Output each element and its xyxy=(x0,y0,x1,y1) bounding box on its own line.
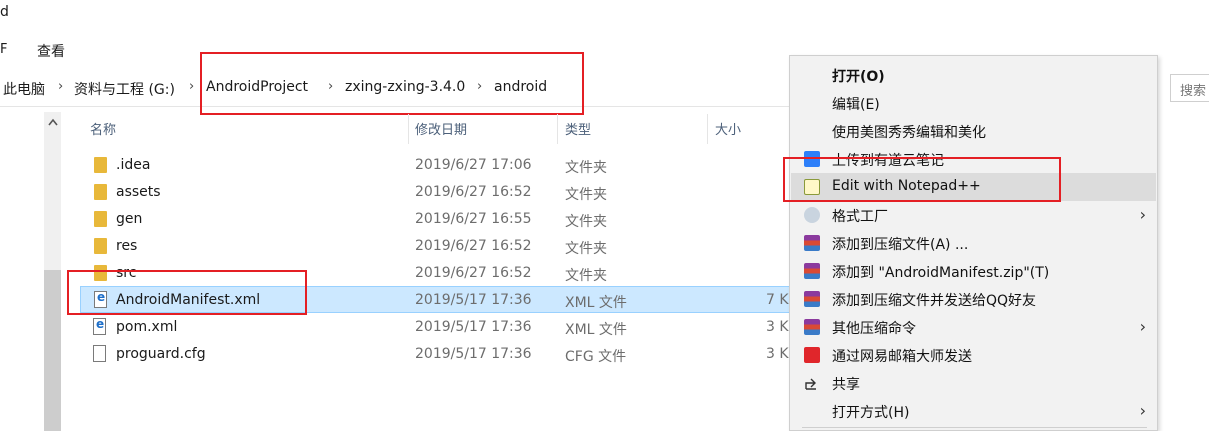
share-icon xyxy=(804,375,820,391)
file-date: 2019/6/27 16:55 xyxy=(415,211,532,227)
file-name: .idea xyxy=(116,157,151,173)
menu-item-meitu[interactable]: 使用美图秀秀编辑和美化 xyxy=(791,117,1156,145)
file-type: 文件夹 xyxy=(565,268,607,284)
chevron-right-icon: › xyxy=(1139,401,1146,420)
menu-item-netease-mail[interactable]: 通过网易邮箱大师发送 xyxy=(791,341,1156,369)
menu-item-compress-send-qq[interactable]: 添加到压缩文件并发送给QQ好友 xyxy=(791,285,1156,313)
file-date: 2019/6/27 17:06 xyxy=(415,157,532,173)
menu-item-label: 共享 xyxy=(832,377,860,393)
column-divider[interactable] xyxy=(557,114,558,144)
file-type: CFG 文件 xyxy=(565,349,627,365)
breadcrumb-this-pc[interactable]: 此电脑 xyxy=(3,79,45,99)
file-highlight-box xyxy=(67,270,307,315)
menu-item-label: 编辑(E) xyxy=(832,97,880,113)
winrar-icon xyxy=(804,291,820,307)
file-type: 文件夹 xyxy=(565,241,607,257)
column-header-date[interactable]: 修改日期 xyxy=(415,119,467,138)
menu-item-label: 格式工厂 xyxy=(832,209,888,225)
folder-icon xyxy=(94,184,107,200)
file-row[interactable]: .idea 2019/6/27 17:06 文件夹 xyxy=(80,152,792,179)
file-row[interactable]: assets 2019/6/27 16:52 文件夹 xyxy=(80,179,792,206)
menu-item-label: 打开方式(H) xyxy=(832,405,910,421)
folder-icon xyxy=(94,157,107,173)
file-date: 2019/6/27 16:52 xyxy=(415,184,532,200)
column-header-type[interactable]: 类型 xyxy=(565,119,591,138)
netease-mail-icon xyxy=(804,347,820,363)
chevron-right-icon: › xyxy=(1139,317,1146,336)
menu-item-label: 添加到压缩文件并发送给QQ好友 xyxy=(832,293,1037,309)
winrar-icon xyxy=(804,319,820,335)
window-title-fragment: d xyxy=(0,4,9,20)
column-header-size[interactable]: 大小 xyxy=(715,119,741,138)
file-type: XML 文件 xyxy=(565,322,627,338)
address-highlight-box xyxy=(200,52,584,115)
menu-item-open-with[interactable]: 打开方式(H) › xyxy=(791,397,1156,425)
file-date: 2019/5/17 17:36 xyxy=(415,346,532,362)
column-divider[interactable] xyxy=(707,114,708,144)
winrar-icon xyxy=(804,263,820,279)
nav-pane-scroll-thumb[interactable] xyxy=(44,270,61,431)
file-icon xyxy=(93,345,106,362)
file-name: proguard.cfg xyxy=(116,346,206,362)
menu-item-label: 打开(O) xyxy=(832,69,885,85)
menu-item-other-compress[interactable]: 其他压缩命令 › xyxy=(791,313,1156,341)
search-placeholder: 搜索 xyxy=(1180,84,1207,99)
ribbon-tab-fragment[interactable]: F xyxy=(0,42,7,57)
file-row[interactable]: proguard.cfg 2019/5/17 17:36 CFG 文件 3 K xyxy=(80,341,792,368)
file-size: 3 K xyxy=(766,319,789,335)
scroll-up-icon[interactable] xyxy=(44,112,61,132)
menu-item-label: 其他压缩命令 xyxy=(832,321,916,337)
file-date: 2019/5/17 17:36 xyxy=(415,319,532,335)
menu-item-format-factory[interactable]: 格式工厂 › xyxy=(791,201,1156,229)
file-row[interactable]: gen 2019/6/27 16:55 文件夹 xyxy=(80,206,792,233)
menu-item-share[interactable]: 共享 xyxy=(791,369,1156,397)
menu-separator xyxy=(802,427,1147,428)
file-row[interactable]: pom.xml 2019/5/17 17:36 XML 文件 3 K xyxy=(80,314,792,341)
file-type: 文件夹 xyxy=(565,187,607,203)
menu-highlight-box xyxy=(783,157,1061,202)
file-name: pom.xml xyxy=(116,319,178,335)
breadcrumb-drive-g[interactable]: 资料与工程 (G:) xyxy=(74,79,175,99)
breadcrumb-separator[interactable]: › xyxy=(189,79,194,94)
menu-item-label: 通过网易邮箱大师发送 xyxy=(832,349,972,365)
chevron-right-icon: › xyxy=(1139,205,1146,224)
search-input[interactable]: 搜索 xyxy=(1170,74,1209,102)
menu-item-edit[interactable]: 编辑(E) xyxy=(791,89,1156,117)
file-row[interactable]: res 2019/6/27 16:52 文件夹 xyxy=(80,233,792,260)
file-size: 7 K xyxy=(766,292,789,308)
file-name: gen xyxy=(116,211,143,227)
file-date: 2019/5/17 17:36 xyxy=(415,292,532,308)
file-date: 2019/6/27 16:52 xyxy=(415,265,532,281)
winrar-icon xyxy=(804,235,820,251)
context-menu: 打开(O) 编辑(E) 使用美图秀秀编辑和美化 上传到有道云笔记 Edit wi… xyxy=(789,55,1158,431)
menu-item-open[interactable]: 打开(O) xyxy=(791,61,1156,89)
menu-item-label: 使用美图秀秀编辑和美化 xyxy=(832,125,986,141)
format-factory-icon xyxy=(804,207,820,223)
file-size: 3 K xyxy=(766,346,789,362)
menu-item-add-to-zip[interactable]: 添加到 "AndroidManifest.zip"(T) xyxy=(791,257,1156,285)
menu-item-label: 添加到压缩文件(A) ... xyxy=(832,237,969,253)
file-type: 文件夹 xyxy=(565,160,607,176)
ribbon-tab-view[interactable]: 查看 xyxy=(37,41,65,61)
folder-icon xyxy=(94,211,107,227)
file-name: res xyxy=(116,238,138,254)
breadcrumb-separator[interactable]: › xyxy=(58,79,63,94)
folder-icon xyxy=(94,238,107,254)
file-name: assets xyxy=(116,184,161,200)
menu-item-label: 添加到 "AndroidManifest.zip"(T) xyxy=(832,265,1050,281)
column-header-name[interactable]: 名称 xyxy=(90,119,116,138)
file-type: XML 文件 xyxy=(565,295,627,311)
menu-item-add-to-archive[interactable]: 添加到压缩文件(A) ... xyxy=(791,229,1156,257)
file-date: 2019/6/27 16:52 xyxy=(415,238,532,254)
file-type: 文件夹 xyxy=(565,214,607,230)
column-divider[interactable] xyxy=(408,114,409,144)
xml-file-icon xyxy=(93,317,106,335)
